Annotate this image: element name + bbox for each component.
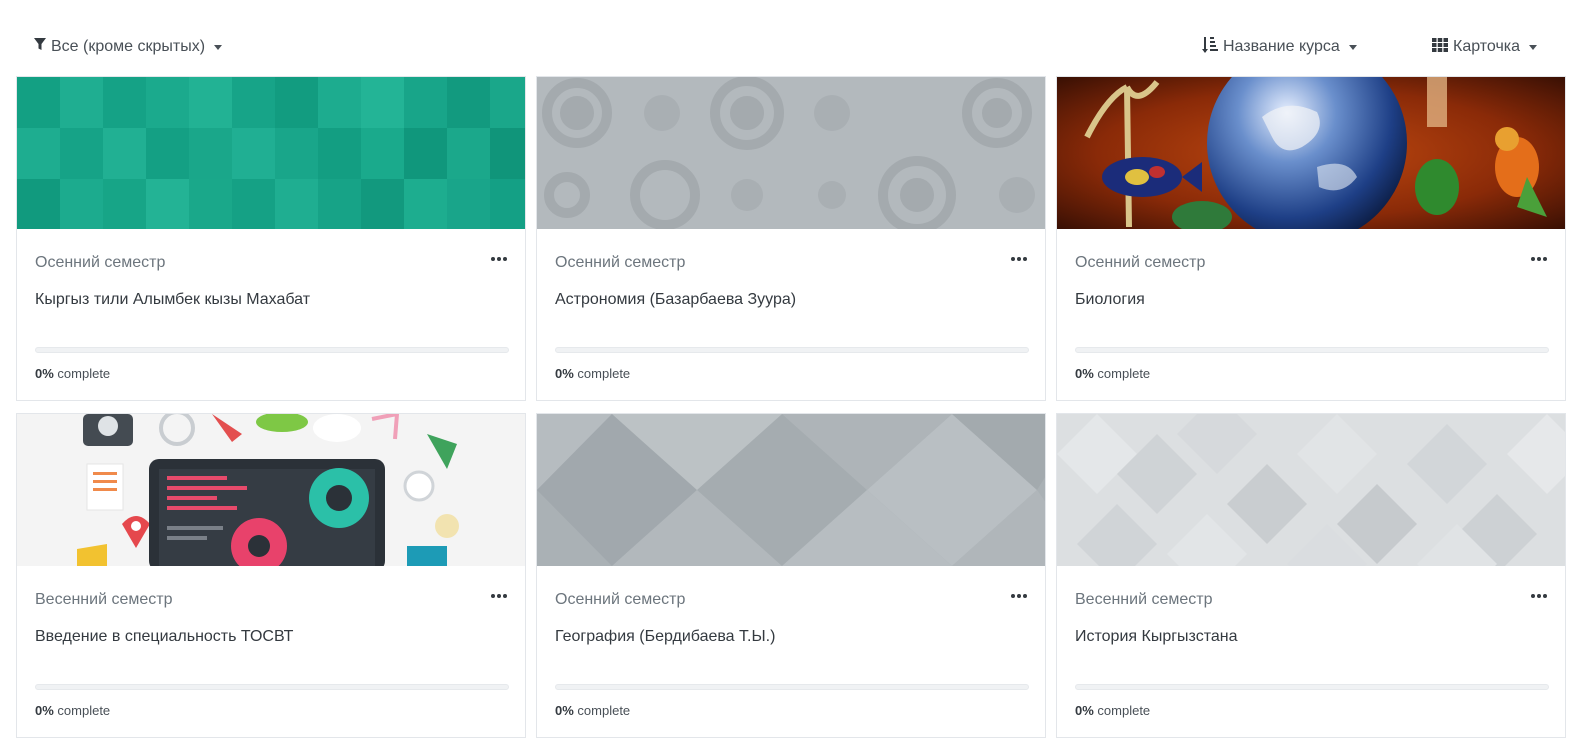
course-card-body: Осенний семестр Биология 0% complete <box>1057 229 1565 400</box>
course-name-link[interactable]: Биология <box>1075 291 1145 309</box>
progress-bar <box>1075 347 1549 353</box>
sort-icon <box>1202 36 1218 59</box>
progress-label: complete <box>573 703 631 718</box>
more-actions-icon[interactable] <box>487 249 511 269</box>
course-name-link[interactable]: История Кыргызстана <box>1075 628 1237 646</box>
course-card: Осенний семестр Кыргыз тили Алымбек кызы… <box>16 76 526 401</box>
course-name-link[interactable]: Астрономия (Базарбаева Зуура) <box>555 291 796 309</box>
progress-text: 0% complete <box>555 366 630 381</box>
course-card: Весенний семестр История Кыргызстана 0% … <box>1056 413 1566 738</box>
course-card: Весенний семестр Введение в специальност… <box>16 413 526 738</box>
progress-percent: 0% <box>555 703 574 718</box>
chevron-down-icon <box>1348 45 1357 50</box>
course-card: Осенний семестр Астрономия (Базарбаева З… <box>536 76 1046 401</box>
filter-label: Все (кроме скрытых) <box>51 38 206 55</box>
progress-bar <box>1075 684 1549 690</box>
course-category: Весенний семестр <box>1075 591 1213 608</box>
view-dropdown[interactable]: Карточка <box>1432 36 1538 58</box>
more-actions-icon[interactable] <box>1527 586 1551 606</box>
progress-text: 0% complete <box>35 703 110 718</box>
course-name-link[interactable]: Введение в специальность ТОСВТ <box>35 628 293 646</box>
progress-bar <box>555 347 1029 353</box>
course-image[interactable] <box>1057 77 1565 229</box>
progress-label: complete <box>53 366 111 381</box>
sort-label: Название курса <box>1223 38 1340 55</box>
filter-dropdown[interactable]: Все (кроме скрытых) <box>34 36 223 58</box>
progress-percent: 0% <box>35 366 54 381</box>
course-category: Осенний семестр <box>555 591 686 608</box>
progress-percent: 0% <box>555 366 574 381</box>
progress-percent: 0% <box>1075 703 1094 718</box>
more-actions-icon[interactable] <box>1007 249 1031 269</box>
progress-text: 0% complete <box>1075 366 1150 381</box>
course-image[interactable] <box>537 414 1045 566</box>
course-image[interactable] <box>17 77 525 229</box>
progress-bar <box>35 684 509 690</box>
course-overview-toolbar: Все (кроме скрытых) Название курса Карто… <box>0 0 1589 76</box>
grid-view-icon <box>1432 37 1448 57</box>
course-card: Осенний семестр Биология 0% complete <box>1056 76 1566 401</box>
view-label: Карточка <box>1453 38 1521 55</box>
course-category: Осенний семестр <box>35 254 166 271</box>
progress-label: complete <box>573 366 631 381</box>
more-actions-icon[interactable] <box>487 586 511 606</box>
progress-text: 0% complete <box>555 703 630 718</box>
filter-icon <box>34 38 46 56</box>
course-card-body: Осенний семестр Кыргыз тили Алымбек кызы… <box>17 229 525 400</box>
progress-label: complete <box>1093 366 1151 381</box>
progress-bar <box>35 347 509 353</box>
sort-dropdown[interactable]: Название курса <box>1202 36 1357 58</box>
progress-bar <box>555 684 1029 690</box>
course-image[interactable] <box>1057 414 1565 566</box>
course-card-body: Весенний семестр Введение в специальност… <box>17 566 525 737</box>
progress-text: 0% complete <box>1075 703 1150 718</box>
course-image[interactable] <box>537 77 1045 229</box>
progress-percent: 0% <box>1075 366 1094 381</box>
course-card: Осенний семестр География (Бердибаева Т.… <box>536 413 1046 738</box>
course-category: Осенний семестр <box>1075 254 1206 271</box>
progress-text: 0% complete <box>35 366 110 381</box>
more-actions-icon[interactable] <box>1007 586 1031 606</box>
course-card-body: Осенний семестр Астрономия (Базарбаева З… <box>537 229 1045 400</box>
course-category: Весенний семестр <box>35 591 173 608</box>
more-actions-icon[interactable] <box>1527 249 1551 269</box>
chevron-down-icon <box>214 45 223 50</box>
progress-label: complete <box>1093 703 1151 718</box>
course-card-body: Весенний семестр История Кыргызстана 0% … <box>1057 566 1565 737</box>
course-name-link[interactable]: Кыргыз тили Алымбек кызы Махабат <box>35 291 310 309</box>
course-name-link[interactable]: География (Бердибаева Т.Ы.) <box>555 628 775 646</box>
progress-percent: 0% <box>35 703 54 718</box>
chevron-down-icon <box>1529 45 1538 50</box>
progress-label: complete <box>53 703 111 718</box>
course-card-body: Осенний семестр География (Бердибаева Т.… <box>537 566 1045 737</box>
course-image[interactable] <box>17 414 525 566</box>
course-category: Осенний семестр <box>555 254 686 271</box>
